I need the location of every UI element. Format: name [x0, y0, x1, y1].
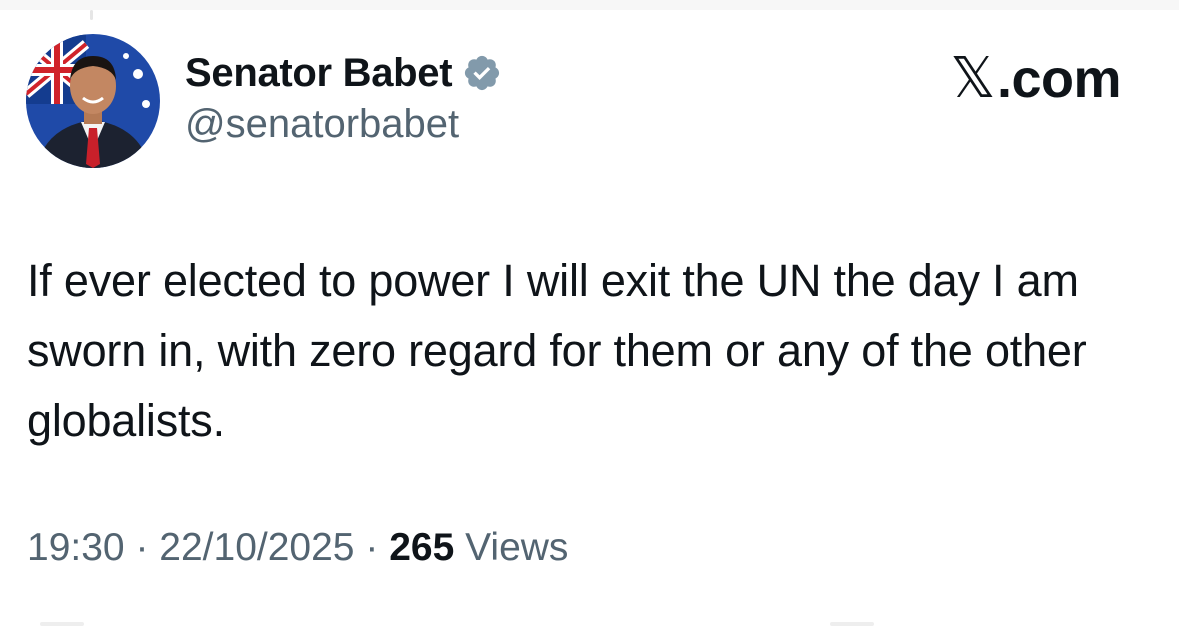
tweet-date[interactable]: 22/10/2025 — [159, 526, 354, 569]
author-name-row: Senator Babet — [185, 50, 502, 96]
x-brand-logo: 𝕏 .com — [950, 46, 1121, 111]
views-count: 265 — [389, 526, 455, 569]
brand-suffix: .com — [996, 48, 1122, 109]
views-label: Views — [465, 526, 569, 569]
tweet-time[interactable]: 19:30 — [27, 526, 125, 569]
verified-badge-icon — [465, 55, 500, 91]
x-logo-icon: 𝕏 — [950, 46, 995, 111]
author-display-name[interactable]: Senator Babet — [185, 51, 453, 96]
bottom-action-bar-edge — [0, 622, 1179, 628]
meta-separator: · — [365, 526, 379, 569]
action-edge-mark — [830, 622, 874, 626]
top-strip — [0, 0, 1179, 20]
meta-separator: · — [135, 526, 149, 569]
divider-tick — [90, 10, 93, 20]
avatar-image — [26, 34, 160, 168]
tweet-text: If ever elected to power I will exit the… — [27, 255, 1087, 446]
action-edge-mark — [40, 622, 84, 626]
tweet-metadata: 19:30 · 22/10/2025 · 265 Views — [27, 526, 568, 570]
avatar[interactable] — [26, 34, 160, 168]
author-handle[interactable]: @senatorbabet — [185, 102, 459, 147]
